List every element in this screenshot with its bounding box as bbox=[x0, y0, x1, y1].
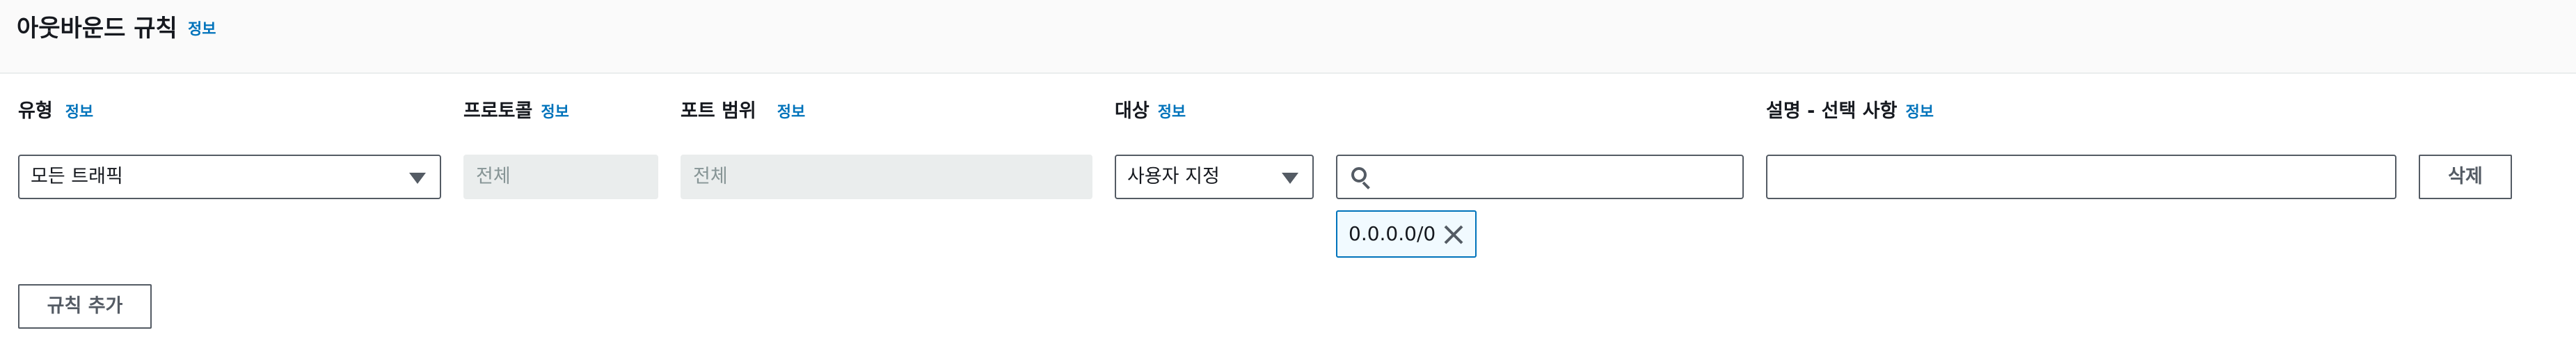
type-info-link[interactable]: 정보 bbox=[65, 104, 93, 121]
protocol-column-label: 프로토콜 정보 bbox=[463, 99, 569, 125]
port-range-field: 전체 bbox=[681, 155, 1092, 199]
type-select-value: 모든 트래픽 bbox=[31, 166, 123, 187]
port-range-column-label: 포트 범위 정보 bbox=[681, 99, 805, 125]
description-column-label: 설명 - 선택 사항 정보 bbox=[1766, 99, 1934, 125]
destination-search-input[interactable] bbox=[1336, 155, 1744, 199]
description-input[interactable] bbox=[1766, 155, 2396, 199]
destination-type-select[interactable]: 사용자 지정 bbox=[1115, 155, 1314, 199]
protocol-label-text: 프로토콜 bbox=[463, 100, 533, 122]
caret-down-icon bbox=[409, 173, 426, 184]
type-select[interactable]: 모든 트래픽 bbox=[18, 155, 441, 199]
protocol-field: 전체 bbox=[463, 155, 658, 199]
type-label-text: 유형 bbox=[18, 100, 53, 122]
port-range-value: 전체 bbox=[693, 166, 728, 187]
description-info-link[interactable]: 정보 bbox=[1905, 104, 1933, 121]
close-icon[interactable] bbox=[1442, 223, 1465, 247]
section-header: 아웃바운드 규칙 정보 bbox=[0, 0, 2576, 74]
search-icon bbox=[1351, 167, 1372, 189]
destination-type-value: 사용자 지정 bbox=[1127, 166, 1220, 187]
protocol-value: 전체 bbox=[476, 166, 511, 187]
header-info-link[interactable]: 정보 bbox=[188, 20, 216, 40]
protocol-info-link[interactable]: 정보 bbox=[541, 104, 569, 121]
section-title: 아웃바운드 규칙 bbox=[17, 15, 177, 42]
description-label-text: 설명 - 선택 사항 bbox=[1766, 100, 1898, 122]
destination-column-label: 대상 정보 bbox=[1115, 99, 1186, 125]
caret-down-icon bbox=[1282, 173, 1298, 184]
type-column-label: 유형 정보 bbox=[18, 99, 93, 125]
port-range-label-text: 포트 범위 bbox=[681, 100, 756, 122]
add-rule-button[interactable]: 규칙 추가 bbox=[18, 284, 152, 329]
destination-label-text: 대상 bbox=[1115, 100, 1150, 122]
port-range-info-link[interactable]: 정보 bbox=[777, 104, 805, 121]
destination-info-link[interactable]: 정보 bbox=[1158, 104, 1186, 121]
destination-token-label: 0.0.0.0/0 bbox=[1349, 222, 1436, 245]
destination-token: 0.0.0.0/0 bbox=[1336, 210, 1477, 258]
delete-button[interactable]: 삭제 bbox=[2419, 155, 2512, 199]
